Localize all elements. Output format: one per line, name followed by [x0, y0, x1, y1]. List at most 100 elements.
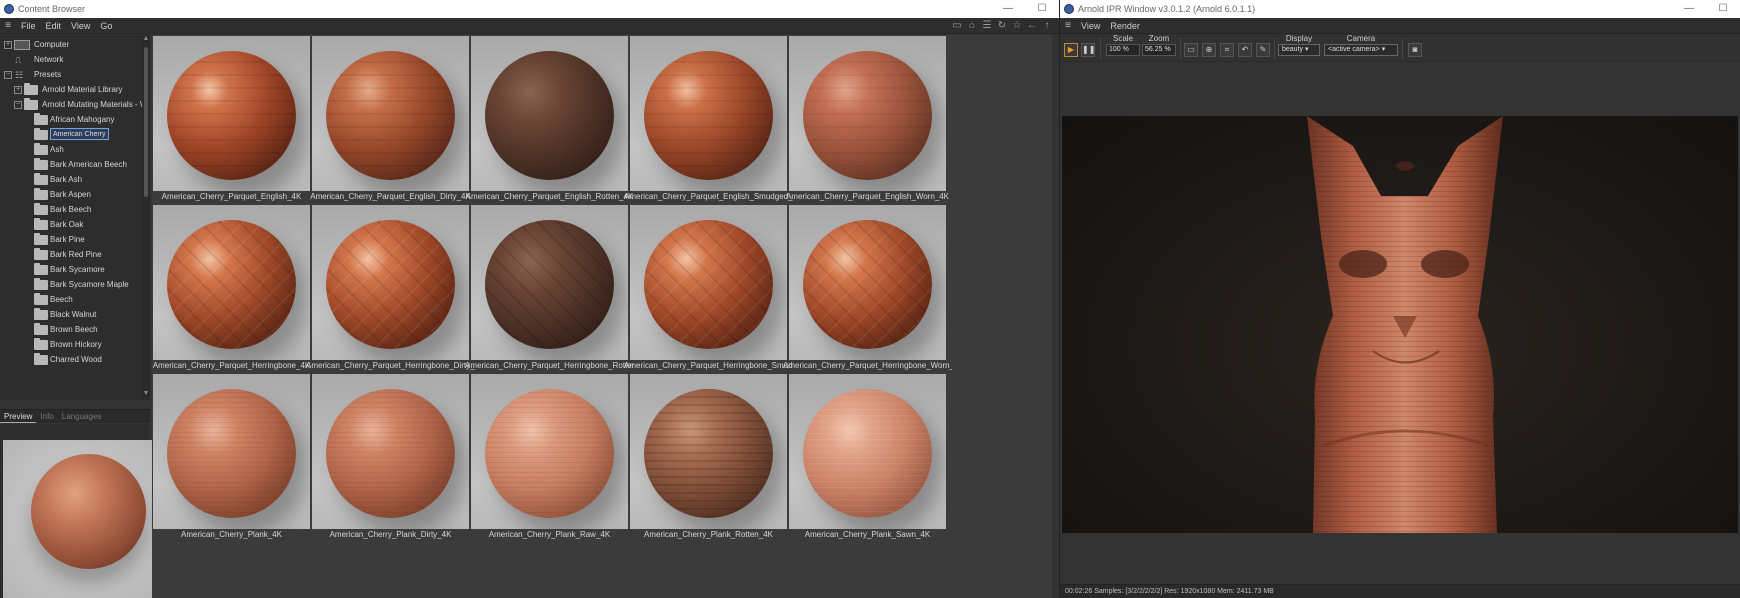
tab-languages[interactable]: Languages: [58, 410, 106, 423]
crosshair-icon[interactable]: ⊕: [1202, 43, 1216, 57]
material-tile[interactable]: American_Cherry_Parquet_English_Rotten_4…: [466, 36, 633, 204]
tree-item-folder[interactable]: Bark Pine: [0, 232, 142, 248]
maximize-button[interactable]: ☐: [1706, 0, 1740, 18]
material-tile[interactable]: American_Cherry_Parquet_English_Smudged_…: [624, 36, 793, 204]
refresh-icon[interactable]: ↻: [996, 20, 1008, 32]
region-render-icon[interactable]: ▭: [1184, 43, 1198, 57]
tree-item-folder[interactable]: Bark Oak: [0, 217, 142, 233]
tree-item-folder[interactable]: Bark American Beech: [0, 157, 142, 173]
menu-view[interactable]: View: [66, 18, 95, 34]
tree-item-folder[interactable]: Beech: [0, 292, 142, 308]
folder-icon: [34, 158, 48, 170]
scroll-down-icon[interactable]: ▼: [142, 390, 150, 398]
material-tile[interactable]: American_Cherry_Parquet_Herringbone_Worn…: [783, 205, 952, 373]
menu-render[interactable]: Render: [1105, 18, 1145, 34]
material-sphere: [803, 389, 932, 518]
library-folder-icon: [24, 83, 38, 95]
menu-view[interactable]: View: [1076, 18, 1105, 34]
menu-edit[interactable]: Edit: [41, 18, 67, 34]
tree-item-presets[interactable]: − ☷ Presets: [0, 67, 142, 83]
tree-item-folder[interactable]: Bark Aspen: [0, 187, 142, 203]
folder-icon: [34, 278, 48, 290]
layout-icon[interactable]: ▭: [951, 20, 963, 32]
up-arrow-icon[interactable]: ↑: [1041, 20, 1053, 32]
folder-icon: [34, 323, 48, 335]
collapse-icon[interactable]: −: [14, 101, 22, 109]
material-tile[interactable]: American_Cherry_Plank_Rotten_4K: [630, 374, 787, 542]
toolbar-divider: [1402, 38, 1403, 60]
material-thumbnail: [471, 205, 628, 360]
tree-item-folder[interactable]: Bark Beech: [0, 202, 142, 218]
render-viewport[interactable]: [1062, 116, 1738, 533]
collapse-icon[interactable]: −: [4, 71, 12, 79]
scale-field[interactable]: 100 %: [1106, 44, 1140, 56]
material-thumbnail: [312, 374, 469, 529]
tree-item-folder[interactable]: African Mahogany: [0, 112, 142, 128]
material-sphere: [485, 220, 614, 349]
tree-item-network[interactable]: ⎍ Network: [0, 52, 142, 68]
menu-file[interactable]: File: [16, 18, 41, 34]
material-tile[interactable]: American_Cherry_Parquet_Herringbone_Rott…: [465, 205, 634, 373]
material-tile[interactable]: American_Cherry_Plank_Sawn_4K: [789, 374, 946, 542]
menu-go[interactable]: Go: [95, 18, 117, 34]
material-tile[interactable]: American_Cherry_Parquet_Herringbone_Dirt…: [306, 205, 475, 373]
ipr-title: Arnold IPR Window v3.0.1.2 (Arnold 6.0.1…: [1078, 4, 1256, 14]
material-tile[interactable]: American_Cherry_Parquet_English_4K: [153, 36, 310, 204]
tree-item-folder[interactable]: Bark Sycamore: [0, 262, 142, 278]
hamburger-menu-icon[interactable]: ≡: [0, 18, 16, 34]
tab-preview[interactable]: Preview: [0, 410, 37, 423]
tree-item-folder[interactable]: Bark Red Pine: [0, 247, 142, 263]
tree-item-arnold-material-library[interactable]: + Arnold Material Library: [0, 82, 142, 98]
minimize-button[interactable]: —: [1672, 0, 1706, 18]
list-icon[interactable]: ☰: [981, 20, 993, 32]
expand-icon[interactable]: +: [14, 86, 22, 94]
folder-icon: [34, 113, 48, 125]
scroll-up-icon[interactable]: ▲: [142, 35, 150, 43]
tree-item-folder[interactable]: Black Walnut: [0, 307, 142, 323]
tree-item-folder[interactable]: Bark Ash: [0, 172, 142, 188]
material-tile[interactable]: American_Cherry_Parquet_Herringbone_4K: [153, 205, 310, 373]
undo-icon[interactable]: ↶: [1238, 43, 1252, 57]
preview-sphere: [31, 454, 146, 569]
camera-select[interactable]: <active camera> ▾: [1324, 44, 1398, 56]
folder-label: Ash: [50, 145, 64, 154]
tab-info[interactable]: Info: [36, 410, 57, 423]
crop-icon[interactable]: ⌗: [1220, 43, 1234, 57]
hamburger-menu-icon[interactable]: ≡: [1060, 18, 1076, 34]
favorite-star-icon[interactable]: ☆: [1011, 20, 1023, 32]
start-render-play-icon[interactable]: ▶: [1064, 43, 1078, 57]
expand-icon[interactable]: +: [4, 41, 12, 49]
tree-item-computer[interactable]: + Computer: [0, 37, 142, 53]
back-arrow-icon[interactable]: ←: [1026, 20, 1038, 32]
scroll-thumb[interactable]: [144, 47, 148, 197]
display-select[interactable]: beauty ▾: [1278, 44, 1320, 56]
material-tile[interactable]: American_Cherry_Parquet_Herringbone_Smud…: [624, 205, 793, 373]
zoom-field[interactable]: 56.25 %: [1142, 44, 1176, 56]
tree-item-folder[interactable]: Brown Hickory: [0, 337, 142, 353]
color-picker-icon[interactable]: ✎: [1256, 43, 1270, 57]
tree-item-folder[interactable]: American Cherry: [0, 127, 142, 143]
folder-icon: [34, 233, 48, 245]
maximize-button[interactable]: ☐: [1025, 0, 1059, 18]
toolbar-divider: [1180, 38, 1181, 60]
snapshot-camera-icon[interactable]: ◙: [1408, 43, 1422, 57]
preview-image: [3, 440, 163, 598]
pause-render-icon[interactable]: ❚❚: [1081, 43, 1095, 57]
material-tile[interactable]: American_Cherry_Parquet_English_Worn_4K: [786, 36, 949, 204]
home-icon[interactable]: ⌂: [966, 20, 978, 32]
material-tile[interactable]: American_Cherry_Plank_4K: [153, 374, 310, 542]
material-sphere: [326, 389, 455, 518]
material-name: American_Cherry_Plank_4K: [181, 530, 282, 539]
material-sphere: [167, 220, 296, 349]
tree-item-folder[interactable]: Ash: [0, 142, 142, 158]
tree-item-arnold-mutating-materials[interactable]: − Arnold Mutating Materials - Woo: [0, 97, 142, 113]
minimize-button[interactable]: —: [991, 0, 1025, 18]
material-tile[interactable]: American_Cherry_Plank_Dirty_4K: [312, 374, 469, 542]
material-tile[interactable]: American_Cherry_Parquet_English_Dirty_4K: [310, 36, 471, 204]
folder-label: Bark Sycamore: [50, 265, 105, 274]
tree-item-folder[interactable]: Bark Sycamore Maple: [0, 277, 142, 293]
tree-item-folder[interactable]: Charred Wood: [0, 352, 142, 368]
tree-scrollbar[interactable]: ▲ ▼: [142, 35, 150, 400]
material-tile[interactable]: American_Cherry_Plank_Raw_4K: [471, 374, 628, 542]
tree-item-folder[interactable]: Brown Beech: [0, 322, 142, 338]
